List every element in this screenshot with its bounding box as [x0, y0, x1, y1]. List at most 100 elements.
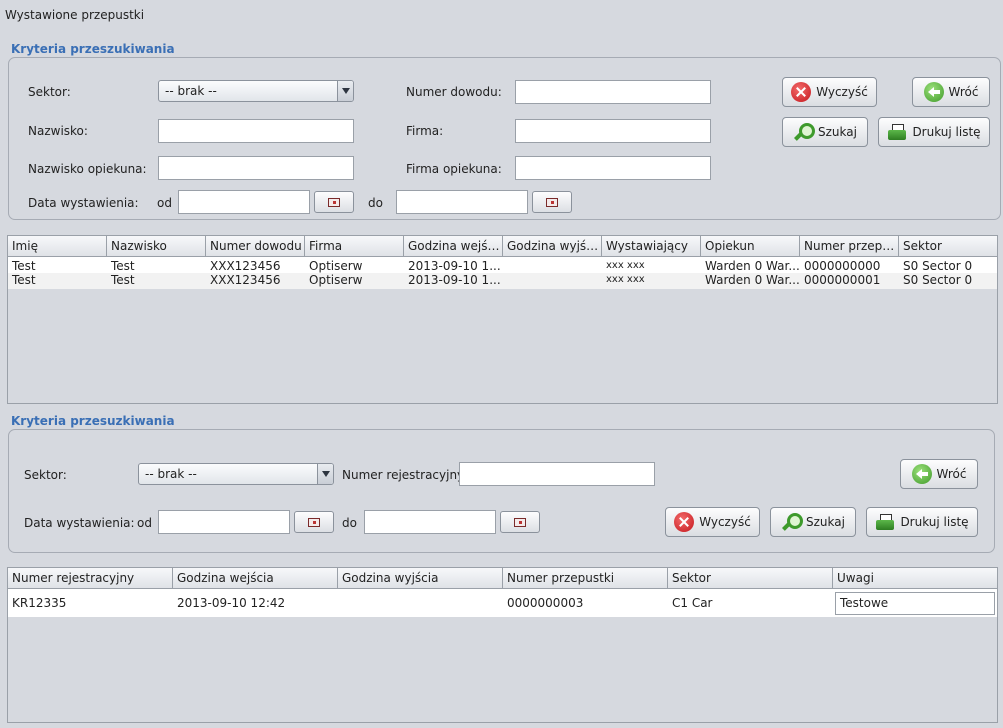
plate-number-input[interactable]: [459, 462, 655, 486]
column-header[interactable]: Wystawiający: [602, 236, 701, 256]
guardian-company-label: Firma opiekuna:: [406, 162, 502, 176]
vehicle-sector-combo[interactable]: -- brak --: [138, 463, 334, 485]
clear-button[interactable]: Wyczyść: [782, 77, 877, 107]
table-cell: Test: [12, 273, 36, 287]
search-button[interactable]: Szukaj: [782, 117, 868, 147]
issue-date-label: Data wystawienia:: [28, 196, 139, 210]
column-header[interactable]: Numer rejestracyjny: [8, 568, 173, 588]
date-from-picker-button[interactable]: [314, 191, 354, 213]
table-cell: KR12335: [12, 596, 67, 610]
guardian-company-input[interactable]: [515, 156, 711, 180]
surname-label: Nazwisko:: [28, 124, 88, 138]
column-header[interactable]: Godzina wyjścia: [338, 568, 503, 588]
table-cell: xxx xxx: [606, 274, 645, 285]
table-cell: S0 Sector 0: [903, 259, 973, 273]
vehicle-back-button[interactable]: Wróć: [900, 459, 978, 489]
passes-table-header: Imię Nazwisko Numer dowodu Firma Godzina…: [8, 236, 997, 257]
table-cell: S0 Sector 0: [903, 273, 973, 287]
column-header[interactable]: Sektor: [668, 568, 833, 588]
chevron-down-icon[interactable]: [337, 81, 353, 101]
column-header[interactable]: Uwagi: [833, 568, 997, 588]
table-cell: 2013-09-10 12:42: [177, 596, 286, 610]
column-header[interactable]: Godzina wejścia: [173, 568, 338, 588]
passes-search-title: Kryteria przeszukiwania: [11, 42, 175, 56]
vehicle-date-from-label: od: [137, 516, 152, 530]
table-cell: Test: [111, 259, 135, 273]
chevron-down-icon[interactable]: [317, 464, 333, 484]
guardian-surname-input[interactable]: [158, 156, 354, 180]
vehicle-search-button[interactable]: Szukaj: [770, 507, 856, 537]
vehicle-date-to-input[interactable]: [364, 510, 496, 534]
passes-table: Imię Nazwisko Numer dowodu Firma Godzina…: [7, 235, 998, 404]
date-to-picker-button[interactable]: [532, 191, 572, 213]
table-cell: 0000000000: [804, 259, 881, 273]
table-cell: Test: [111, 273, 135, 287]
surname-input[interactable]: [158, 119, 354, 143]
column-header[interactable]: Firma: [305, 236, 404, 256]
table-empty-area: [8, 289, 997, 403]
guardian-surname-label: Nazwisko opiekuna:: [28, 162, 147, 176]
table-cell: [503, 259, 602, 273]
table-cell: Optiserw: [309, 273, 363, 287]
vehicle-date-from-picker-button[interactable]: [294, 511, 334, 533]
table-cell: Warden 0 War...: [705, 259, 800, 273]
column-header[interactable]: Imię: [8, 236, 107, 256]
company-input[interactable]: [515, 119, 711, 143]
table-cell: 2013-09-10 1...: [408, 259, 501, 273]
vehicle-print-list-button-label: Drukuj listę: [900, 515, 969, 529]
remarks-cell-editor[interactable]: Testowe: [835, 591, 995, 615]
sector-label: Sektor:: [28, 85, 71, 99]
plate-number-label: Numer rejestracyjny: [342, 468, 465, 482]
back-button[interactable]: Wróć: [912, 77, 990, 107]
calendar-icon: [308, 518, 320, 527]
table-cell: 2013-09-10 1...: [408, 273, 501, 287]
column-header[interactable]: Opiekun: [701, 236, 800, 256]
vehicle-search-title: Kryteria przesuzkiwania: [11, 414, 175, 428]
sector-combo-value: -- brak --: [165, 84, 217, 98]
table-row[interactable]: Test Test XXX123456 Optiserw 2013-09-10 …: [8, 257, 997, 273]
date-to-input[interactable]: [396, 190, 528, 214]
calendar-icon: [514, 518, 526, 527]
column-header[interactable]: Numer przepu...: [800, 236, 899, 256]
column-header[interactable]: Godzina wejśc...: [404, 236, 503, 256]
table-cell: Warden 0 War...: [705, 273, 800, 287]
search-button-label: Szukaj: [818, 125, 857, 139]
print-list-button[interactable]: Drukuj listę: [878, 117, 990, 147]
table-cell: Optiserw: [309, 259, 363, 273]
clear-button-label: Wyczyść: [816, 85, 868, 99]
calendar-icon: [546, 198, 558, 207]
table-empty-area: [8, 617, 997, 722]
table-row[interactable]: Test Test XXX123456 Optiserw 2013-09-10 …: [8, 273, 997, 289]
back-button-label: Wróć: [948, 85, 979, 99]
vehicle-clear-button-label: Wyczyść: [699, 515, 751, 529]
vehicle-print-list-button[interactable]: Drukuj listę: [866, 507, 978, 537]
table-row[interactable]: KR12335 2013-09-10 12:42 0000000003 C1 C…: [8, 589, 997, 617]
table-cell: 0000000001: [804, 273, 881, 287]
printer-icon: [875, 512, 895, 532]
vehicle-date-from-input[interactable]: [158, 510, 290, 534]
date-to-label: do: [368, 196, 383, 210]
date-from-input[interactable]: [178, 190, 310, 214]
clear-x-icon: [791, 82, 812, 102]
column-header[interactable]: Godzina wyjścia: [503, 236, 602, 256]
column-header[interactable]: Numer przepustki: [503, 568, 668, 588]
vehicle-clear-button[interactable]: Wyczyść: [665, 507, 760, 537]
vehicle-sector-label: Sektor:: [24, 468, 67, 482]
column-header[interactable]: Nazwisko: [107, 236, 206, 256]
window-title: Wystawione przepustki: [5, 8, 145, 22]
vehicle-search-button-label: Szukaj: [806, 515, 845, 529]
table-cell: [503, 273, 602, 289]
company-label: Firma:: [406, 124, 444, 138]
table-cell: XXX123456: [210, 273, 281, 287]
sector-combo[interactable]: -- brak --: [158, 80, 354, 102]
clear-x-icon: [674, 512, 695, 532]
column-header[interactable]: Numer dowodu: [206, 236, 305, 256]
date-from-label: od: [157, 196, 172, 210]
column-header[interactable]: Sektor: [899, 236, 997, 256]
magnifier-icon: [781, 512, 804, 532]
vehicle-issue-date-label: Data wystawienia:: [24, 516, 135, 530]
table-cell: Test: [12, 259, 36, 273]
vehicle-date-to-picker-button[interactable]: [500, 511, 540, 533]
print-list-button-label: Drukuj listę: [912, 125, 981, 139]
id-number-input[interactable]: [515, 80, 711, 104]
